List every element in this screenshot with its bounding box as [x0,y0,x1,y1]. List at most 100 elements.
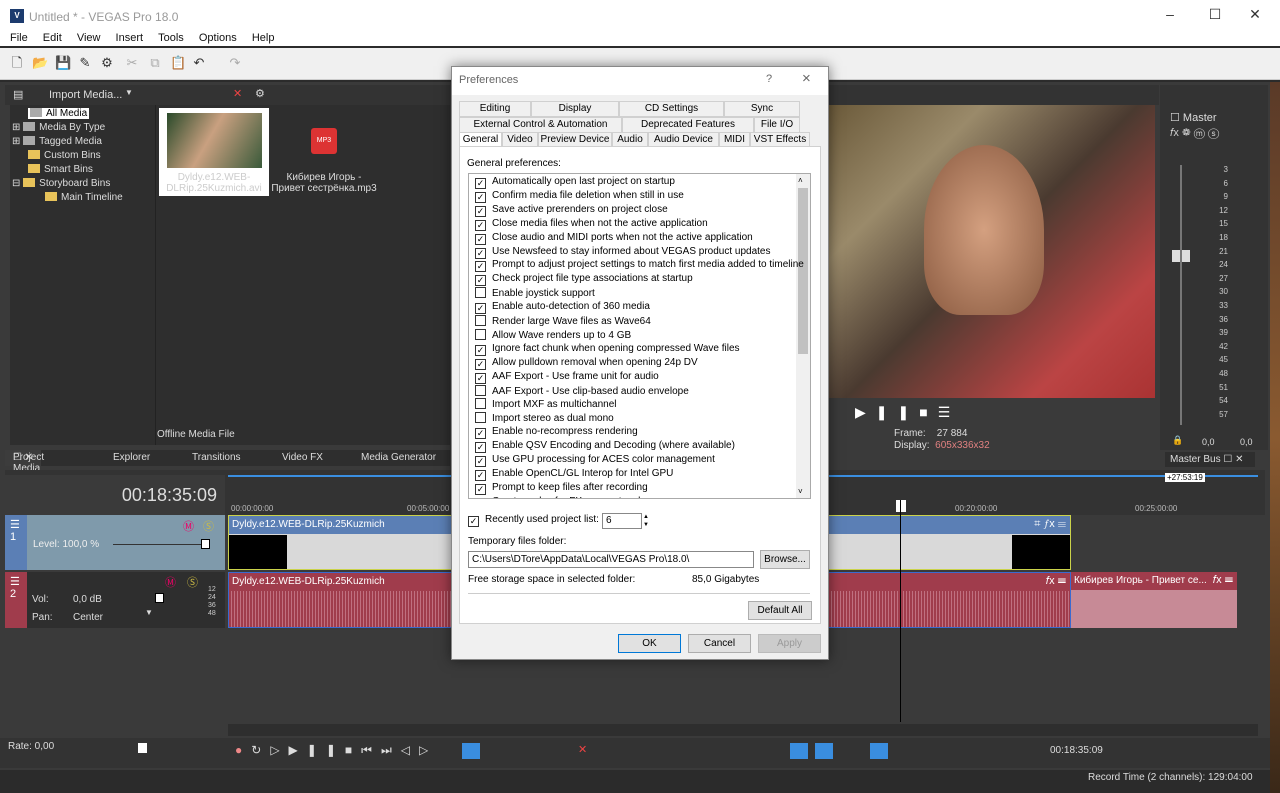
preference-option[interactable]: ✓ Use Newsfeed to stay informed about VEG… [475,246,771,260]
clip-fx-icon[interactable]: 𝑓x ☰ [1046,575,1066,588]
rate-slider-handle[interactable] [138,743,147,753]
redo-icon[interactable]: ↷ [228,56,242,70]
checkbox[interactable]: ✓ [475,247,486,259]
list-scrollbar[interactable]: ˄ ˅ [796,174,810,498]
master-fader-track[interactable] [1180,165,1182,425]
preference-option[interactable]: ✓ Allow pulldown removal when opening 24p… [475,357,698,371]
clip-fx-icon[interactable]: 𝑓x ☰ [1213,574,1233,587]
tab-project-media[interactable]: Project Media ☐ ✕ [5,450,44,474]
checkbox[interactable]: ✓ [475,372,486,384]
checkbox[interactable]: ✓ [475,191,486,203]
preference-option[interactable]: ✓ Prompt to keep files after recording [475,482,648,496]
recent-projects-count-input[interactable]: 6 [602,513,642,529]
recent-projects-checkbox[interactable]: ✓ Recently used project list: [468,514,599,527]
play-icon[interactable]: ▶ [855,404,876,420]
menu-file[interactable]: File [10,32,28,44]
preference-option[interactable]: ✓ Close audio and MIDI ports when not the… [475,232,753,246]
preference-option[interactable]: Import stereo as dual mono [475,412,614,426]
checkbox[interactable] [475,398,486,410]
play-from-start-icon[interactable]: ▷ [270,743,288,757]
minimize-button[interactable]: – [1160,6,1180,26]
preference-option[interactable]: Import MXF as multichannel [475,398,617,412]
mute-icon[interactable]: Ⓜ [183,518,194,534]
prev-frame-icon[interactable]: ◁ [401,743,419,757]
preference-option[interactable]: ✓ Use GPU processing for ACES color manag… [475,454,715,468]
tab-transitions[interactable]: Transitions [192,452,241,463]
remove-icon[interactable]: ✕ [233,87,242,100]
tree-item-storyboard-bins[interactable]: ⊟ Storyboard Bins [12,178,110,189]
tree-item-media-by-type[interactable]: ⊞ Media By Type [12,122,105,133]
tree-item-all-media[interactable]: All Media [28,108,90,119]
pause-icon[interactable]: ❚❚ [876,404,919,420]
cut-icon[interactable]: ✂ [125,56,139,70]
tree-item-main-timeline[interactable]: Main Timeline [45,192,123,203]
close-button[interactable]: ✕ [1245,6,1265,26]
undo-icon[interactable]: ↶ [192,56,206,70]
checkbox[interactable] [475,384,486,396]
playhead-marker[interactable] [896,500,906,512]
checkbox[interactable] [475,287,486,299]
properties-icon[interactable]: ⚙ [255,87,265,100]
import-media-button[interactable]: Import Media... [49,89,122,101]
vol-slider-handle[interactable] [155,593,164,603]
mute-icon[interactable]: Ⓜ [165,574,176,590]
preference-option[interactable]: ✓ AAF Export - Use frame unit for audio [475,371,659,385]
checkbox[interactable]: ✓ [475,178,486,189]
media-item-audio[interactable]: MP3 Кибирев Игорь - Привет сестрёнка.mp3 [269,108,379,196]
checkbox[interactable]: ✓ [475,358,486,370]
tab-master-bus[interactable]: Master Bus ☐ ✕ [1165,452,1255,467]
preference-option[interactable]: Render large Wave files as Wave64 [475,315,651,329]
audio-clip-song[interactable]: Кибирев Игорь - Привет се... 𝑓x ☰ [1071,572,1237,628]
checkbox[interactable]: ✓ [475,205,486,217]
tab-deprecated-features[interactable]: Deprecated Features [622,117,754,133]
checkbox[interactable]: ✓ [475,442,486,454]
tree-item-smart-bins[interactable]: Smart Bins [28,164,93,175]
track-header-audio[interactable]: ☰ 2 Vol: 0,0 dB Pan: Center ▼ Ⓜ Ⓢ 12 24 36 4… [5,572,225,628]
checkbox[interactable]: ✓ [475,275,486,287]
preference-option[interactable]: ✓ Create undos for FX parameter changes [475,496,671,498]
menu-insert[interactable]: Insert [116,32,144,44]
preference-option[interactable]: Enable joystick support [475,287,595,301]
preference-option[interactable]: ✓ Prompt to adjust project settings to ma… [475,259,804,273]
menu-edit[interactable]: Edit [43,32,62,44]
menu-icon[interactable]: ☰ [938,404,961,420]
solo-icon[interactable]: Ⓢ [187,574,198,590]
next-frame-icon[interactable]: ▷ [419,743,437,757]
checkbox[interactable] [475,328,486,340]
track-header-video[interactable]: ☰ 1 Level: 100,0 % Ⓜ Ⓢ [5,515,225,570]
checkbox[interactable]: ✓ [475,303,486,315]
checkbox[interactable] [475,315,486,326]
checkbox[interactable] [475,412,486,424]
save-icon[interactable]: 💾 [55,56,71,70]
save-as-icon[interactable]: ✎ [78,56,92,70]
tab-video-fx[interactable]: Video FX [282,452,323,463]
tab-media-generator[interactable]: Media Generator [361,452,436,463]
tab-display[interactable]: Display [531,101,619,117]
preference-option[interactable]: ✓ Confirm media file deletion when still … [475,190,684,204]
snap-icon[interactable] [790,743,808,759]
preference-option[interactable]: AAF Export - Use clip-based audio envelo… [475,384,689,399]
go-to-end-icon[interactable]: ⏭ [381,743,401,757]
pause-icon[interactable]: ❚❚ [307,743,345,757]
checkbox[interactable]: ✓ [475,428,486,440]
tree-item-custom-bins[interactable]: Custom Bins [28,150,101,161]
checkbox[interactable]: ✓ [475,233,486,245]
checkbox[interactable]: ✓ [475,344,486,356]
tab-file-i-o[interactable]: File I/O [754,117,800,133]
ok-button[interactable]: OK [618,634,681,653]
preference-option[interactable]: ✓ Automatically open last project on star… [475,176,675,190]
help-button[interactable]: ? [766,73,772,85]
play-icon[interactable]: ▶ [289,743,307,757]
new-icon[interactable]: 🗋 [10,56,24,70]
paste-icon[interactable]: 📋 [170,56,186,70]
tree-item-tagged-media[interactable]: ⊞ Tagged Media [12,136,102,147]
cancel-button[interactable]: Cancel [688,634,751,653]
scroll-down-icon[interactable]: ˅ [798,487,803,496]
preference-option[interactable]: ✓ Check project file type associations at… [475,273,693,287]
import-media-icon[interactable]: ▤ [13,88,23,101]
copy-icon[interactable]: ⧉ [148,56,162,70]
browse-button[interactable]: Browse... [760,550,810,569]
auto-ripple-icon[interactable] [870,743,888,759]
solo-icon[interactable]: Ⓢ [203,518,214,534]
scroll-up-icon[interactable]: ˄ [798,176,803,185]
